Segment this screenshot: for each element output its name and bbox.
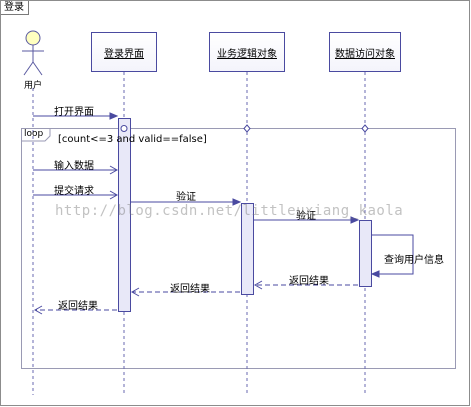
msg-open-ui-label: 打开界面 <box>54 107 94 118</box>
msg-return-3-label: 返回结果 <box>58 301 98 312</box>
lifeline-data-label: 数据访问对象 <box>335 48 395 60</box>
biz-loop-marker <box>243 124 251 133</box>
lifeline-data-box: 数据访问对象 <box>329 32 401 72</box>
msg-submit-label: 提交请求 <box>54 186 94 197</box>
loop-keyword: loop <box>24 129 44 139</box>
lifeline-ui-box: 登录界面 <box>91 32 157 72</box>
msg-query-user-arrowhead <box>370 270 380 278</box>
msg-input-data-label: 输入数据 <box>54 161 94 172</box>
lifeline-ui-label: 登录界面 <box>104 48 144 60</box>
data-loop-marker <box>361 124 369 133</box>
actor-icon <box>22 30 44 76</box>
msg-verify-1-label: 验证 <box>176 192 196 203</box>
data-activation-bar <box>359 220 372 287</box>
lifeline-biz-label: 业务逻辑对象 <box>217 48 277 60</box>
msg-query-user-label: 查询用户信息 <box>384 255 444 266</box>
loop-guard: [count<=3 and valid==false] <box>58 134 207 145</box>
frame-title: 登录 <box>1 1 29 15</box>
ui-loop-marker <box>120 125 128 132</box>
watermark-url: http://blog.csdn.net/littleuxiang_kaola <box>55 203 404 219</box>
lifeline-biz-box: 业务逻辑对象 <box>209 32 285 72</box>
actor-label: 用户 <box>24 81 43 91</box>
msg-return-2-label: 返回结果 <box>170 284 210 295</box>
msg-open-ui-arrowhead <box>109 112 119 120</box>
msg-return-1-label: 返回结果 <box>289 276 329 287</box>
